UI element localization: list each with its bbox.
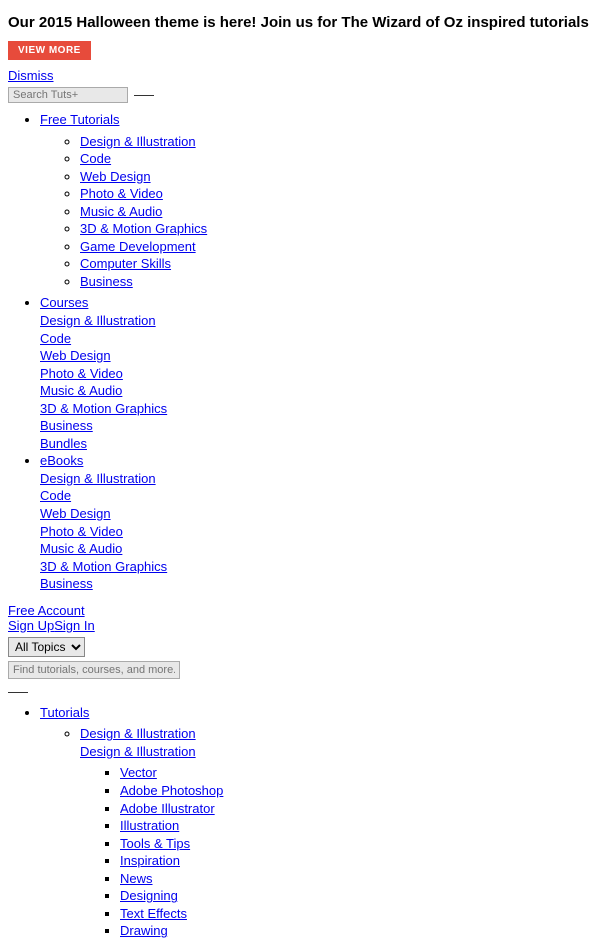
design-illustration-link[interactable]: Design & Illustration <box>80 726 196 741</box>
find-input[interactable] <box>8 661 180 679</box>
free-tutorials-item[interactable]: Web Design <box>80 169 151 184</box>
di-item[interactable]: Tools & Tips <box>120 836 190 851</box>
search-submit-icon[interactable] <box>134 93 154 96</box>
ebooks-link[interactable]: eBooks <box>40 452 600 470</box>
ebooks-item[interactable]: 3D & Motion Graphics <box>40 558 600 576</box>
free-tutorials-item[interactable]: Design & Illustration <box>80 134 196 149</box>
di-item[interactable]: Inspiration <box>120 853 180 868</box>
free-tutorials-item[interactable]: Code <box>80 151 111 166</box>
nav-free-tutorials: Free Tutorials Design & Illustration Cod… <box>40 111 600 290</box>
nav-courses: Courses Design & Illustration Code Web D… <box>40 294 600 452</box>
ebooks-item[interactable]: Business <box>40 575 600 593</box>
courses-item[interactable]: Photo & Video <box>40 365 600 383</box>
sign-up-link[interactable]: Sign Up <box>8 618 54 633</box>
ebooks-item[interactable]: Web Design <box>40 505 600 523</box>
di-item[interactable]: Adobe Illustrator <box>120 801 215 816</box>
courses-item[interactable]: Code <box>40 330 600 348</box>
ebooks-item[interactable]: Music & Audio <box>40 540 600 558</box>
free-tutorials-item[interactable]: 3D & Motion Graphics <box>80 221 207 236</box>
nav-ebooks: eBooks Design & Illustration Code Web De… <box>40 452 600 592</box>
di-item[interactable]: Illustration <box>120 818 179 833</box>
ebooks-item[interactable]: Design & Illustration <box>40 470 600 488</box>
search-input[interactable] <box>8 87 128 103</box>
di-item[interactable]: Text Effects <box>120 906 187 921</box>
ebooks-item[interactable]: Photo & Video <box>40 523 600 541</box>
sign-in-link[interactable]: Sign In <box>54 618 94 633</box>
di-item[interactable]: Drawing <box>120 923 168 938</box>
courses-item[interactable]: Web Design <box>40 347 600 365</box>
courses-item[interactable]: Bundles <box>40 435 600 453</box>
di-item[interactable]: Vector <box>120 765 157 780</box>
courses-item[interactable]: Business <box>40 417 600 435</box>
di-item[interactable]: Designing <box>120 888 178 903</box>
free-tutorials-link[interactable]: Free Tutorials <box>40 112 119 127</box>
free-tutorials-item[interactable]: Business <box>80 274 133 289</box>
free-account-link[interactable]: Free Account <box>8 603 85 618</box>
tutorials-link[interactable]: Tutorials <box>40 705 89 720</box>
free-tutorials-item[interactable]: Photo & Video <box>80 186 163 201</box>
nav-tutorials: Tutorials Design & Illustration Design &… <box>40 704 600 940</box>
dismiss-link[interactable]: Dismiss <box>8 68 54 83</box>
ebooks-item[interactable]: Code <box>40 487 600 505</box>
courses-link[interactable]: Courses <box>40 294 600 312</box>
courses-item[interactable]: Music & Audio <box>40 382 600 400</box>
topic-select[interactable]: All Topics <box>8 637 85 657</box>
free-tutorials-item[interactable]: Music & Audio <box>80 204 162 219</box>
view-more-button[interactable]: VIEW MORE <box>8 41 91 60</box>
di-item[interactable]: Adobe Photoshop <box>120 783 223 798</box>
di-item[interactable]: News <box>120 871 153 886</box>
find-submit-icon[interactable] <box>8 690 28 693</box>
courses-item[interactable]: Design & Illustration <box>40 312 600 330</box>
banner-text: Our 2015 Halloween theme is here! Join u… <box>8 14 589 31</box>
free-tutorials-item[interactable]: Computer Skills <box>80 256 171 271</box>
tutorials-design-illustration: Design & Illustration Design & Illustrat… <box>80 725 600 940</box>
design-illustration-heading[interactable]: Design & Illustration <box>80 744 196 759</box>
courses-item[interactable]: 3D & Motion Graphics <box>40 400 600 418</box>
free-tutorials-item[interactable]: Game Development <box>80 239 196 254</box>
